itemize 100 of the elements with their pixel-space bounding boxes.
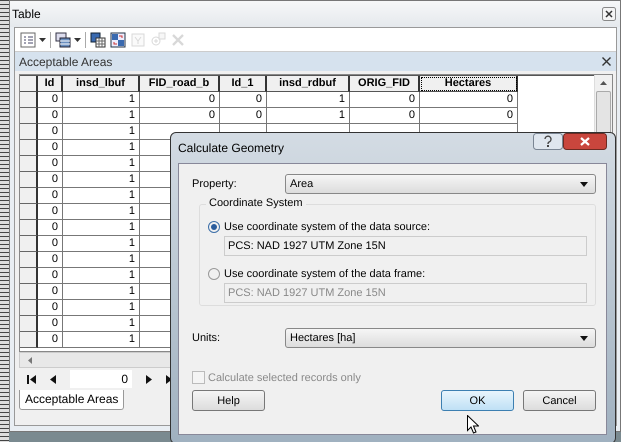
table-cell: 1 [63,92,140,108]
table-cell: 1 [63,204,140,220]
ok-button[interactable]: OK [441,390,514,411]
table-cell: 0 [220,108,267,124]
previous-record-icon[interactable] [50,374,56,384]
table-cell: 0 [38,172,63,188]
table-cell: 0 [38,316,63,332]
switch-selection-icon[interactable] [110,32,126,48]
dropdown[interactable]: Hectares [ha] [285,328,596,348]
dropdown-value: Area [290,178,314,190]
column-header[interactable]: insd_rdbuf [267,76,350,92]
radio-label: Use coordinate system of the data source: [224,221,430,233]
scroll-left-icon[interactable] [28,356,32,364]
row-selector[interactable] [20,236,38,252]
row-selector[interactable] [20,172,38,188]
tables-icon[interactable] [55,32,71,48]
table-cell: 0 [140,108,220,124]
checkbox-label: Calculate selected records only [208,372,361,384]
close-icon[interactable] [602,57,611,66]
row-selector[interactable] [20,108,38,124]
help-button[interactable]: Help [192,390,265,411]
column-header[interactable]: Hectares [420,76,518,92]
table-tab[interactable]: Acceptable Areas [19,390,124,410]
table-cell: 0 [38,220,63,236]
row-selector[interactable] [20,92,38,108]
help-icon[interactable] [533,133,563,150]
row-selector[interactable] [20,188,38,204]
dialog-title: Calculate Geometry [178,141,284,155]
row-selector[interactable] [20,140,38,156]
row-selector[interactable] [20,252,38,268]
cancel-button[interactable]: Cancel [523,390,596,411]
column-header[interactable]: Id [38,76,63,92]
close-icon[interactable] [563,133,607,150]
table-cell: 1 [63,220,140,236]
record-field[interactable]: 0 [70,370,132,388]
table-cell: 0 [38,92,63,108]
options-icon[interactable] [20,32,36,48]
table-cell: 0 [38,156,63,172]
row-selector[interactable] [20,220,38,236]
table-cell: 0 [420,92,518,108]
table-cell: 1 [63,316,140,332]
column-header[interactable]: ORIG_FID [350,76,420,92]
table-cell: 1 [63,172,140,188]
panel-title: Acceptable Areas [19,54,112,68]
header-corner[interactable] [20,76,38,92]
table-cell: 1 [63,140,140,156]
radio-label: Use coordinate system of the data frame: [224,268,426,280]
column-header[interactable]: FID_road_b [140,76,220,92]
dropdown-arrow-icon[interactable] [580,182,588,186]
row-selector[interactable] [20,284,38,300]
row-selector[interactable] [20,268,38,284]
table-cell: 0 [140,92,220,108]
table-cell: 1 [63,188,140,204]
scroll-up-icon[interactable] [600,81,607,85]
read-only-field: PCS: NAD 1927 UTM Zone 15N [224,283,587,303]
column-header[interactable]: Id_1 [220,76,267,92]
mouse-pointer-icon[interactable] [467,415,479,434]
table-cell: 1 [63,124,140,140]
table-cell: 0 [38,268,63,284]
row-selector[interactable] [20,332,38,348]
group-title: Coordinate System [206,197,306,209]
close-icon[interactable] [602,7,616,21]
window-title: Table [12,7,41,21]
row-selector[interactable] [20,204,38,220]
table-cell: 0 [38,236,63,252]
table-cell: 0 [38,204,63,220]
table-cell: 1 [63,236,140,252]
table-cell: 1 [63,252,140,268]
column-header[interactable]: insd_lbuf [63,76,140,92]
dropdown[interactable]: Area [285,174,596,194]
table-cell: 0 [38,332,63,348]
dropdown-value: Hectares [ha] [290,332,356,344]
next-record-icon[interactable] [146,374,152,384]
radio-button[interactable] [208,268,220,280]
row-selector[interactable] [20,300,38,316]
row-selector[interactable] [20,316,38,332]
table-cell: 0 [38,252,63,268]
row-selector[interactable] [20,156,38,172]
table-select-icon[interactable] [90,32,106,48]
dropdown-arrow-icon[interactable] [580,336,588,340]
table-cell: 0 [350,92,420,108]
read-only-field: PCS: NAD 1927 UTM Zone 15N [224,236,587,256]
radio-button[interactable] [208,221,220,233]
table-cell: 0 [38,140,63,156]
table-cell: 0 [38,300,63,316]
table-cell: 0 [38,188,63,204]
field-label: Property: [192,178,238,190]
table-cell: 1 [267,108,350,124]
first-record-icon[interactable] [27,374,36,384]
table-cell: 0 [350,108,420,124]
dropdown-arrow-icon[interactable] [39,38,46,42]
dropdown-arrow-icon[interactable] [74,38,81,42]
row-selector[interactable] [20,124,38,140]
table-cell: 1 [63,332,140,348]
field-label: Units: [192,332,222,344]
table-cell: 1 [63,268,140,284]
table-cell: 0 [38,124,63,140]
table-cell: 1 [63,300,140,316]
table-cell: 1 [267,92,350,108]
table-cell: 0 [420,108,518,124]
